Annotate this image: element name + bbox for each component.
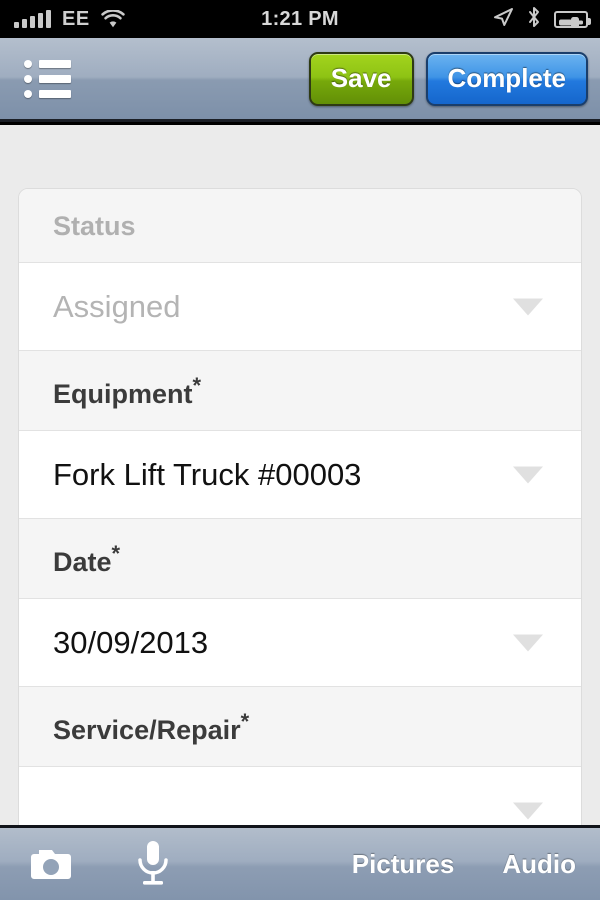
field-label-status-text: Status (53, 211, 136, 241)
audio-button[interactable]: Audio (502, 849, 576, 880)
bluetooth-icon (527, 6, 541, 33)
microphone-icon[interactable] (134, 839, 172, 889)
field-value-equipment-text: Fork Lift Truck #00003 (53, 456, 362, 492)
chevron-down-icon[interactable] (513, 298, 543, 315)
chevron-down-icon[interactable] (513, 802, 543, 820)
status-bar: EE 1:21 PM (0, 0, 600, 38)
field-value-date[interactable]: 30/09/2013 (19, 599, 581, 687)
field-value-equipment[interactable]: Fork Lift Truck #00003 (19, 431, 581, 519)
form-content-area: Status Assigned Equipment* Fork Lift Tru… (0, 125, 600, 825)
bottom-toolbar: Pictures Audio (0, 825, 600, 900)
field-label-status: Status (19, 189, 581, 263)
phone-screen: EE 1:21 PM Save Complete Status Assigned… (0, 0, 600, 900)
required-marker: * (111, 541, 121, 566)
field-label-date-text: Date (53, 547, 112, 577)
save-button[interactable]: Save (308, 51, 414, 106)
complete-button[interactable]: Complete (425, 51, 588, 106)
field-value-status-text: Assigned (53, 288, 181, 324)
required-marker: * (240, 709, 250, 734)
toolbar-left-group (24, 839, 172, 889)
field-label-equipment-text: Equipment (53, 379, 193, 409)
toolbar-right-group: Pictures Audio (352, 849, 576, 880)
form-card: Status Assigned Equipment* Fork Lift Tru… (18, 188, 582, 825)
battery-charging-icon (554, 10, 591, 28)
nav-actions: Save Complete (308, 51, 588, 106)
pictures-button[interactable]: Pictures (352, 849, 455, 880)
field-label-equipment: Equipment* (19, 351, 581, 431)
field-label-service-repair: Service/Repair* (19, 687, 581, 767)
navigation-bar: Save Complete (0, 38, 600, 122)
chevron-down-icon[interactable] (513, 466, 543, 483)
field-value-status[interactable]: Assigned (19, 263, 581, 351)
status-bar-right (492, 6, 591, 33)
chevron-down-icon[interactable] (513, 634, 543, 651)
field-label-date: Date* (19, 519, 581, 599)
field-value-date-text: 30/09/2013 (53, 624, 209, 660)
location-arrow-icon (492, 7, 514, 32)
required-marker: * (192, 373, 202, 398)
camera-icon[interactable] (24, 845, 74, 883)
field-value-service-repair[interactable] (19, 767, 581, 825)
bulleted-list-menu-icon[interactable] (24, 57, 80, 101)
field-label-service-repair-text: Service/Repair (53, 715, 241, 745)
